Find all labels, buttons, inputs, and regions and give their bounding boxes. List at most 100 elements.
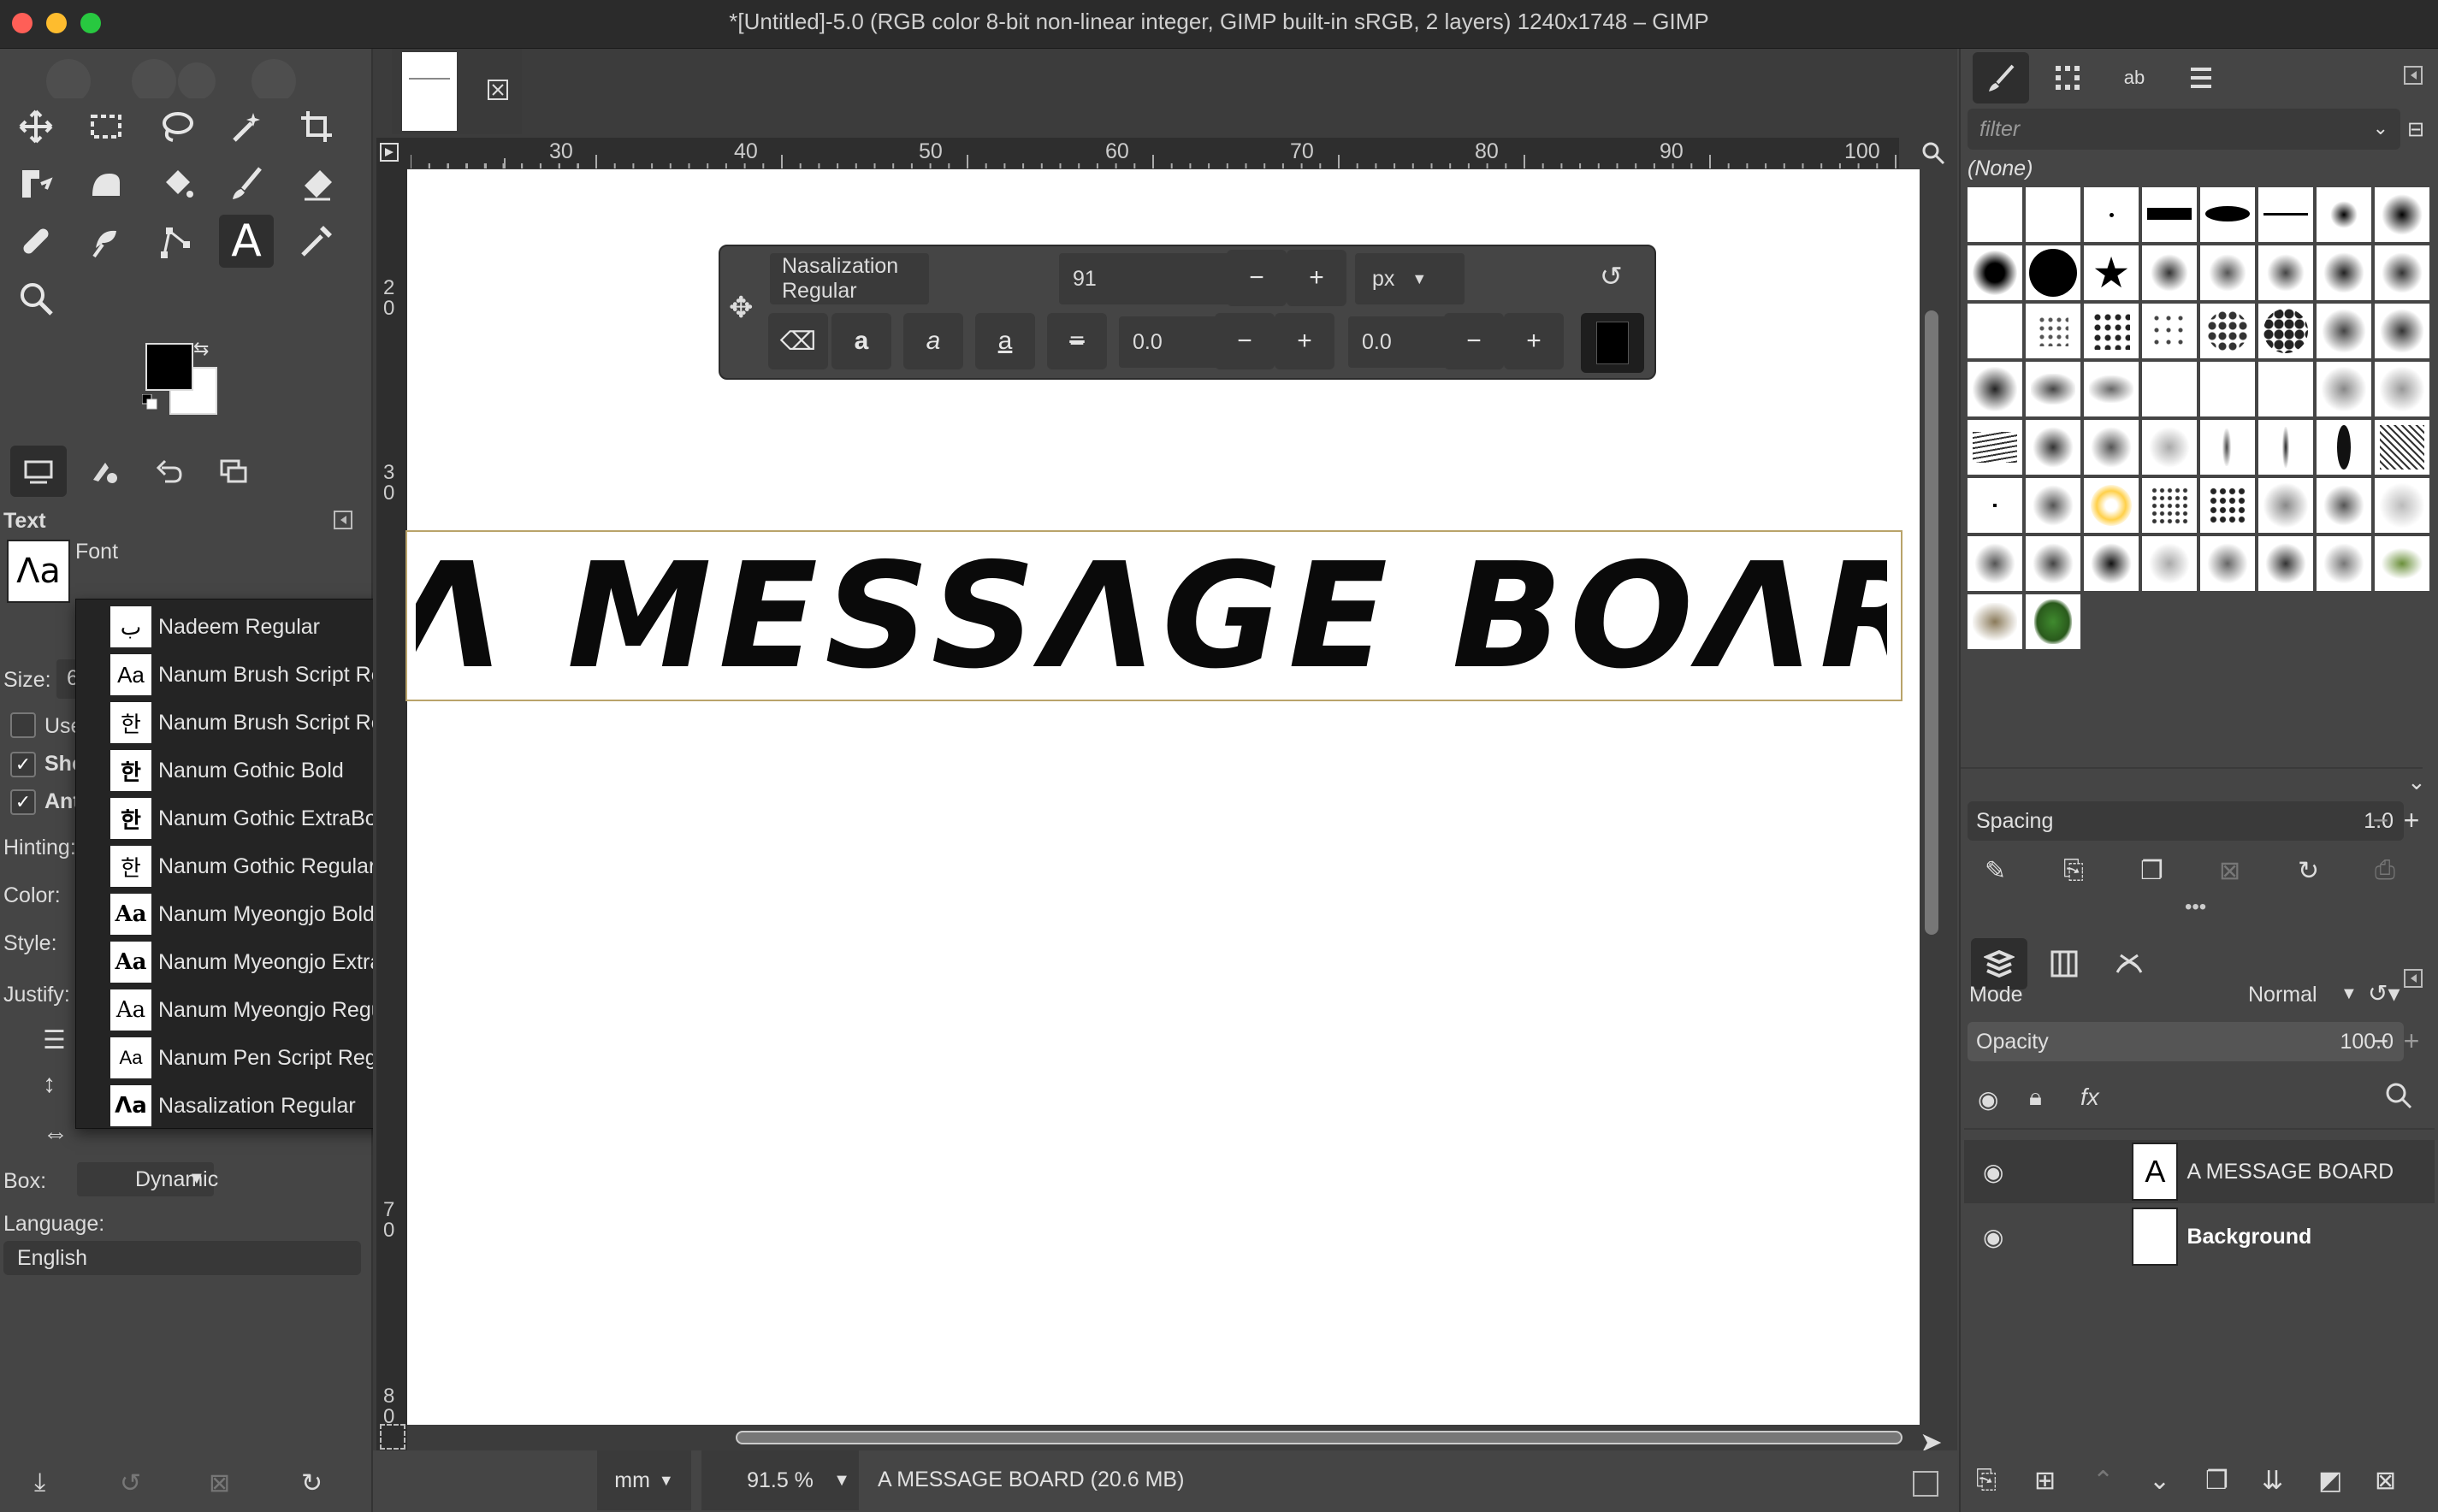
reset-tool-options-icon[interactable]: ↻ (301, 1468, 323, 1498)
smudge-icon[interactable] (79, 215, 133, 268)
brush-swatch[interactable] (2026, 594, 2080, 649)
line-spacing-icon[interactable]: ↕ (43, 1070, 56, 1099)
brush-swatch[interactable] (2375, 304, 2429, 358)
navigate-icon[interactable] (380, 1424, 405, 1450)
brush-swatch[interactable] (2200, 304, 2255, 358)
zoom-fit-icon[interactable] (1921, 141, 1945, 165)
brush-swatch[interactable] (2317, 420, 2371, 475)
baseline-field[interactable]: 0.0 (1119, 316, 1225, 368)
color-picker-icon[interactable] (289, 215, 344, 268)
refresh-brushes-icon[interactable]: ↻ (2298, 856, 2319, 886)
brush-swatch[interactable] (2200, 362, 2255, 416)
brush-swatch[interactable] (2084, 304, 2139, 358)
duplicate-brush-icon[interactable]: ❐ (2140, 856, 2163, 886)
visibility-column-icon[interactable]: ◉ (1978, 1085, 1998, 1113)
brush-grid[interactable]: ★ (1968, 187, 2438, 700)
brush-swatch[interactable] (2026, 420, 2080, 475)
brush-swatch[interactable] (2258, 187, 2313, 242)
unit-select[interactable]: mm ▼ (597, 1450, 691, 1510)
swap-colors-icon[interactable]: ⇆ (193, 338, 209, 360)
font-size-field[interactable]: 91 (1059, 253, 1235, 304)
eye-icon[interactable]: ◉ (1983, 1223, 2003, 1251)
tab-document-history[interactable] (2173, 52, 2229, 103)
brush-swatch[interactable] (2375, 245, 2429, 300)
brush-swatch[interactable] (2084, 420, 2139, 475)
brush-swatch[interactable] (2258, 245, 2313, 300)
merge-layer-icon[interactable]: ⇊ (2262, 1466, 2283, 1496)
underline-button[interactable]: a (975, 313, 1035, 369)
bucket-fill-icon[interactable] (149, 157, 204, 210)
opacity-decrease-button[interactable]: − (2368, 1022, 2394, 1061)
open-brush-as-image-icon[interactable]: ⎙ (2375, 856, 2395, 885)
tab-fonts[interactable]: ab (2106, 52, 2163, 103)
brush-swatch[interactable] (2026, 304, 2080, 358)
effects-column-icon[interactable]: fx (2080, 1084, 2099, 1111)
edit-brush-icon[interactable]: ✎ (1985, 856, 2006, 886)
tab-brushes[interactable] (1973, 52, 2029, 103)
brush-swatch[interactable] (2142, 187, 2197, 242)
brush-swatch[interactable] (2200, 245, 2255, 300)
kerning-field[interactable]: 0.0 (1348, 316, 1454, 368)
text-tool-icon[interactable]: A (219, 215, 274, 268)
show-toolbar-checkbox[interactable]: ✓ (10, 752, 36, 777)
indent-icon[interactable]: ☰ (43, 1025, 66, 1055)
rect-select-icon[interactable] (79, 100, 133, 153)
eraser-icon[interactable] (289, 157, 344, 210)
use-editor-checkbox[interactable] (10, 712, 36, 738)
raise-layer-icon[interactable]: ⌃ (2092, 1466, 2114, 1496)
move-handle-icon[interactable]: ✥ (729, 291, 754, 325)
brush-swatch[interactable] (2317, 362, 2371, 416)
brush-swatch[interactable] (2200, 187, 2255, 242)
spacing-field[interactable]: Spacing 1.0 (1968, 801, 2404, 841)
spacing-decrease-button[interactable]: − (2368, 801, 2394, 841)
brush-swatch[interactable] (1968, 245, 2022, 300)
zoom-dropdown-icon[interactable]: ▼ (818, 1450, 866, 1510)
vertical-scrollbar[interactable] (1925, 310, 1938, 935)
text-color-button[interactable] (1581, 313, 1644, 373)
brush-swatch[interactable] (1968, 478, 2022, 533)
configure-tab-icon[interactable] (2404, 969, 2423, 988)
baseline-increase-button[interactable]: + (1275, 313, 1334, 369)
baseline-decrease-button[interactable]: − (1215, 313, 1275, 369)
spacing-increase-button[interactable]: + (2399, 801, 2424, 841)
new-layer-group-icon[interactable]: ⊞ (2034, 1466, 2056, 1496)
clear-style-icon[interactable]: ⌫ (768, 313, 828, 369)
delete-layer-icon[interactable]: ⊠ (2375, 1466, 2396, 1496)
brush-swatch[interactable] (2142, 478, 2197, 533)
opacity-slider[interactable]: Opacity 100.0 (1968, 1022, 2404, 1061)
brush-swatch[interactable] (2084, 536, 2139, 591)
chevron-down-icon[interactable]: ⌄ (2407, 769, 2426, 795)
strikethrough-button[interactable]: = (1047, 313, 1107, 369)
new-brush-icon[interactable]: ⎘ (2063, 856, 2084, 885)
brush-swatch[interactable] (2200, 420, 2255, 475)
brush-swatch[interactable] (2375, 362, 2429, 416)
delete-brush-icon[interactable]: ⊠ (2219, 856, 2240, 886)
brush-swatch[interactable] (2142, 245, 2197, 300)
brush-swatch[interactable] (2026, 478, 2080, 533)
navigation-preview-icon[interactable] (1913, 1471, 1938, 1497)
brush-swatch[interactable] (1968, 187, 2022, 242)
brush-swatch[interactable] (2258, 420, 2313, 475)
brush-swatch[interactable] (2258, 304, 2313, 358)
zoom-icon[interactable] (9, 272, 63, 325)
antialiasing-checkbox[interactable]: ✓ (10, 789, 36, 815)
lower-layer-icon[interactable]: ⌄ (2149, 1466, 2170, 1496)
brush-swatch[interactable] (2026, 187, 2080, 242)
tab-undo-history[interactable] (140, 446, 197, 497)
chevron-down-icon[interactable]: ⌄ (2373, 117, 2388, 139)
panel-grip-icon[interactable]: ••• (2185, 895, 2206, 919)
italic-button[interactable]: a (903, 313, 963, 369)
brush-swatch[interactable] (1968, 420, 2022, 475)
brush-swatch[interactable] (2200, 536, 2255, 591)
horizontal-ruler[interactable]: 30 40 50 60 70 80 90 100 (376, 138, 1899, 168)
kerning-increase-button[interactable]: + (1504, 313, 1564, 369)
brush-swatch[interactable] (2200, 478, 2255, 533)
brush-swatch[interactable] (2375, 187, 2429, 242)
foreground-color-swatch-front[interactable] (145, 343, 193, 391)
kerning-decrease-button[interactable]: − (1444, 313, 1504, 369)
delete-tool-preset-icon[interactable]: ⊠ (209, 1468, 230, 1498)
brush-swatch[interactable] (2142, 362, 2197, 416)
vertical-ruler[interactable]: 2 0 3 0 7 0 8 0 (376, 168, 407, 1468)
brush-swatch[interactable] (2375, 536, 2429, 591)
brush-swatch[interactable] (2084, 187, 2139, 242)
